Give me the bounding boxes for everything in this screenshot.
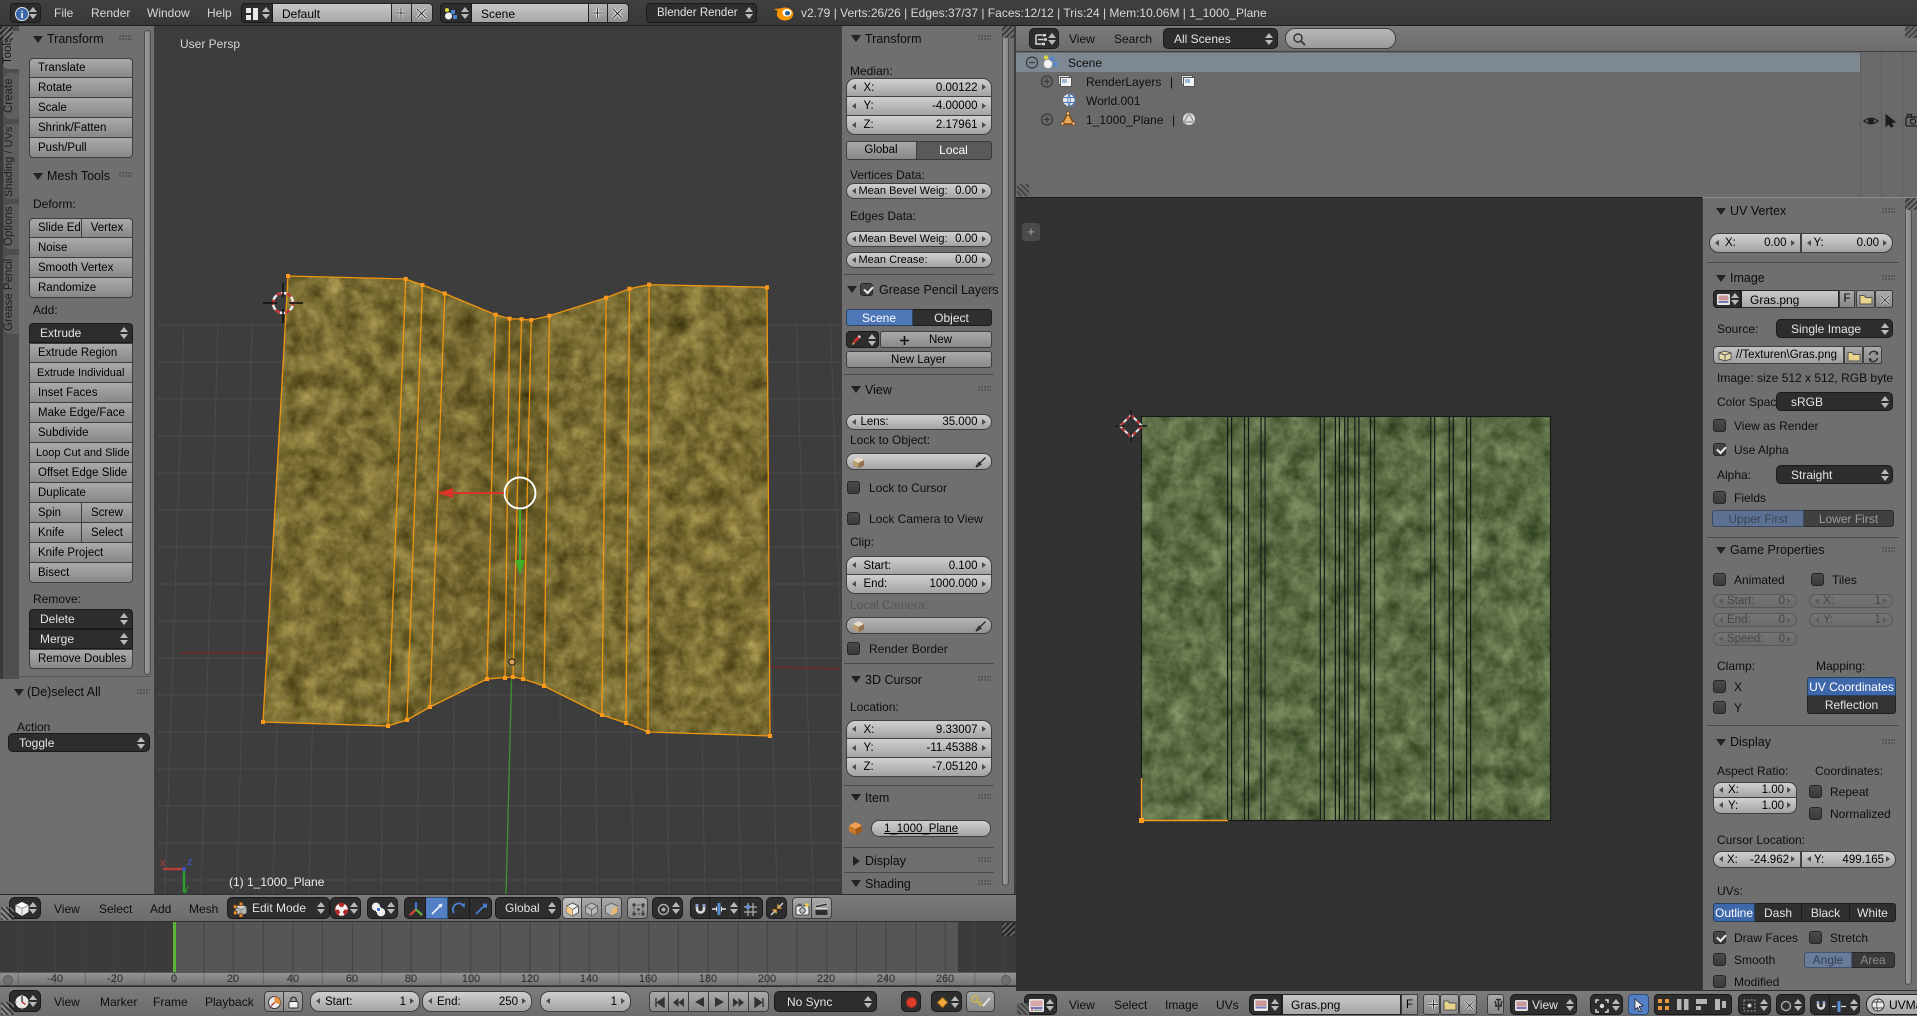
svg-text:i: i: [21, 10, 24, 21]
svg-text:(1) 1_1000_Plane: (1) 1_1000_Plane: [229, 875, 325, 889]
svg-text:World.001: World.001: [1086, 94, 1141, 108]
svg-text:User Persp: User Persp: [180, 37, 240, 51]
svg-text:x: x: [160, 857, 166, 869]
svg-text:|: |: [1170, 75, 1173, 89]
svg-text:RenderLayers: RenderLayers: [1086, 75, 1161, 89]
svg-text:Scene: Scene: [1068, 56, 1102, 70]
svg-text:y: y: [183, 883, 189, 894]
svg-text:z: z: [187, 856, 193, 868]
svg-text:|: |: [1172, 113, 1175, 127]
svg-text:1_1000_Plane: 1_1000_Plane: [1086, 113, 1164, 127]
